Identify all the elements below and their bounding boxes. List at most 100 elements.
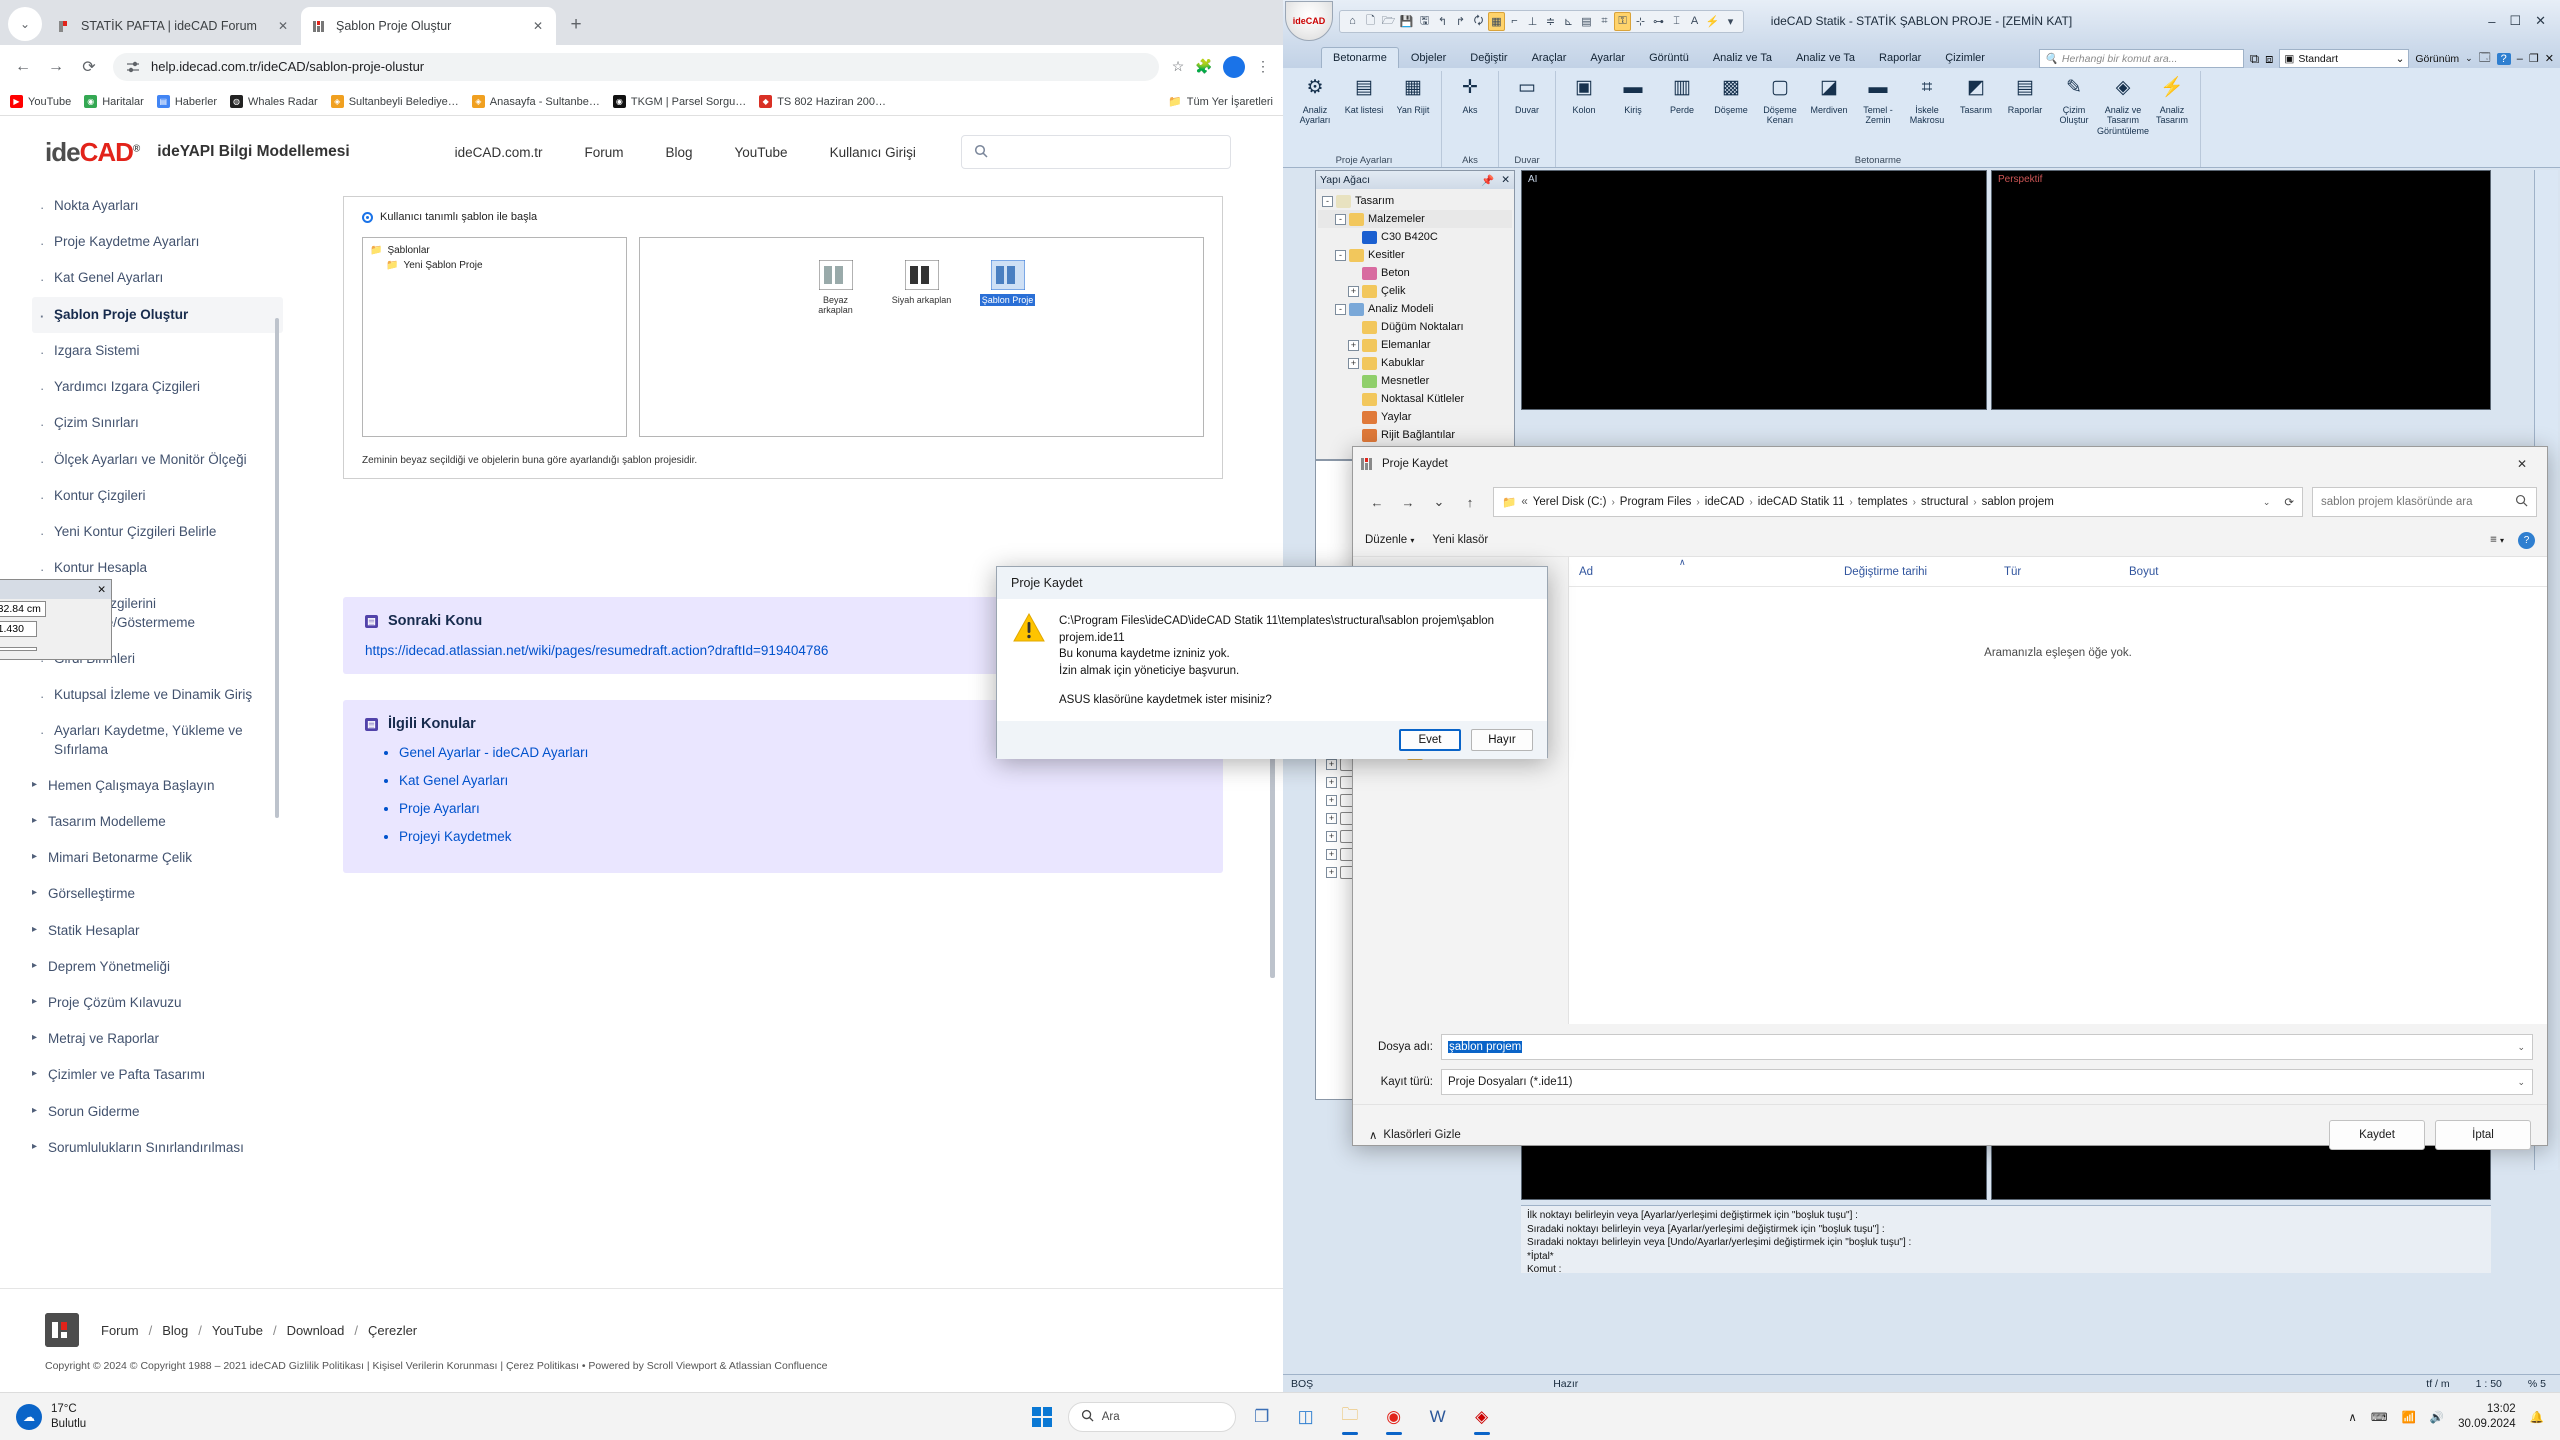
wall-button[interactable]: ▭ Duvar bbox=[1504, 73, 1550, 115]
reload-button[interactable]: ⟳ bbox=[74, 52, 104, 82]
chevron-right-icon[interactable]: ▸ bbox=[32, 850, 37, 864]
sidebar-item-0[interactable]: · Nokta Ayarları bbox=[32, 188, 283, 224]
flash-icon[interactable]: ⚡ bbox=[1704, 12, 1721, 31]
back-button[interactable]: ← bbox=[8, 52, 38, 82]
help-icon[interactable]: ? bbox=[2518, 531, 2535, 549]
bookmark-star-icon[interactable]: ☆ bbox=[1165, 54, 1191, 80]
recent-locations-button[interactable]: ⌄ bbox=[1425, 488, 1453, 516]
chevron-right-icon[interactable]: ▸ bbox=[32, 814, 37, 828]
column-header-3[interactable]: Boyut bbox=[2129, 566, 2249, 578]
sidebar-section-7[interactable]: ▸ Metraj ve Raporlar bbox=[32, 1021, 283, 1057]
tree-expander[interactable]: + bbox=[1348, 339, 1359, 351]
cancel-button[interactable]: İptal bbox=[2435, 1119, 2531, 1150]
tree-expander[interactable]: - bbox=[1335, 303, 1346, 315]
template-option-2[interactable]: Şablon Proje bbox=[977, 259, 1039, 306]
beam-button[interactable]: ▬ Kiriş bbox=[1610, 73, 1656, 115]
tree-expander[interactable]: + bbox=[1348, 285, 1359, 297]
chevron-down-icon[interactable]: ⌄ bbox=[2517, 1077, 2525, 1088]
chevron-right-icon[interactable]: ▸ bbox=[32, 886, 37, 900]
breadcrumb[interactable]: 📁 « Yerel Disk (C:) › Program Files › ideCAD… bbox=[1493, 487, 2303, 517]
chevron-down-icon[interactable]: ⌄ bbox=[2396, 53, 2405, 65]
sidebar-section-8[interactable]: ▸ Çizimler ve Pafta Tasarımı bbox=[32, 1057, 283, 1093]
sidebar-section-2[interactable]: ▸ Mimari Betonarme Çelik bbox=[32, 840, 283, 876]
sidebar-section-0[interactable]: ▸ Hemen Çalışmaya Başlayın bbox=[32, 768, 283, 804]
axis-button[interactable]: ✛ Aks bbox=[1447, 73, 1493, 115]
filename-input[interactable]: şablon projem ⌄ bbox=[1441, 1034, 2533, 1060]
slab-edge-button[interactable]: ▢ Döşeme Kenarı bbox=[1757, 73, 1803, 126]
save-icon[interactable]: 💾 bbox=[1398, 12, 1415, 31]
sidebar-section-3[interactable]: ▸ Görselleştirme bbox=[32, 876, 283, 912]
tree-expander[interactable]: + bbox=[1326, 830, 1337, 842]
sidebar-section-9[interactable]: ▸ Sorun Giderme bbox=[32, 1094, 283, 1130]
mid-snap-icon[interactable]: ≑ bbox=[1542, 12, 1559, 31]
tree-node-11[interactable]: Noktasal Kütleler bbox=[1318, 390, 1512, 408]
ribbon-close-icon[interactable]: ✕ bbox=[2545, 52, 2554, 65]
floor-list-button[interactable]: ▤ Kat listesi bbox=[1341, 73, 1387, 115]
tree-node-10[interactable]: Mesnetler bbox=[1318, 372, 1512, 390]
ortho-icon[interactable]: ⌐ bbox=[1506, 12, 1523, 31]
template-option-0[interactable]: Beyaz arkaplan bbox=[805, 259, 867, 315]
save-as-icon[interactable]: 🖫 bbox=[1416, 12, 1433, 31]
sidebar-item-7[interactable]: · Ölçek Ayarları ve Monitör Ölçeği bbox=[32, 442, 283, 478]
site-settings-icon[interactable] bbox=[125, 59, 141, 75]
design-button[interactable]: ◩ Tasarım bbox=[1953, 73, 1999, 115]
new-file-icon[interactable]: 🗋 bbox=[1362, 12, 1379, 31]
related-topic-3[interactable]: Projeyi Kaydetmek bbox=[399, 829, 1201, 844]
forward-button[interactable]: → bbox=[1394, 488, 1422, 516]
chevron-right-icon[interactable]: ▸ bbox=[32, 1067, 37, 1081]
keyboard-icon[interactable]: ⌨ bbox=[2371, 1410, 2388, 1424]
folder-search-input[interactable]: sablon projem klasöründe ara bbox=[2312, 487, 2537, 517]
profile-avatar[interactable] bbox=[1223, 55, 1245, 78]
up-button[interactable]: ↑ bbox=[1456, 488, 1484, 516]
tree-expander[interactable]: - bbox=[1335, 249, 1346, 261]
site-nav-item-3[interactable]: YouTube bbox=[735, 145, 788, 160]
ribbon-restore-icon[interactable]: ❐ bbox=[2529, 52, 2539, 65]
yes-button[interactable]: Evet bbox=[1399, 729, 1461, 751]
bookmark-item[interactable]: ◉ Haritalar bbox=[84, 95, 144, 108]
new-folder-button[interactable]: Yeni klasör bbox=[1432, 534, 1488, 546]
tree-node-7[interactable]: Düğüm Noktaları bbox=[1318, 318, 1512, 336]
tab-search-button[interactable]: ⌄ bbox=[8, 7, 42, 41]
pin-icon[interactable]: 📌 bbox=[1481, 174, 1494, 187]
help-icon[interactable]: ? bbox=[2496, 52, 2511, 65]
maximize-button[interactable]: ☐ bbox=[2509, 13, 2521, 29]
file-list-pane[interactable]: Ad ∧ Değiştirme tarihi Tür Boyut Aramanızla … bbox=[1568, 557, 2547, 1024]
breadcrumb-dropdown-icon[interactable]: ⌄ bbox=[2263, 497, 2271, 508]
chevron-right-icon[interactable]: ▸ bbox=[32, 778, 37, 792]
layer-icon[interactable]: ⧉ bbox=[2250, 51, 2259, 67]
tree-node-13[interactable]: Rijit Bağlantılar bbox=[1318, 426, 1512, 444]
view-options-button[interactable]: ≡ ▾ bbox=[2490, 534, 2504, 546]
search-icon[interactable] bbox=[2515, 494, 2528, 510]
chevron-right-icon[interactable]: ▸ bbox=[32, 923, 37, 937]
column-header-0[interactable]: Ad ∧ bbox=[1579, 557, 1844, 578]
bookmark-item[interactable]: ◍ Whales Radar bbox=[230, 95, 318, 108]
bell-icon[interactable]: 🔔 bbox=[2530, 1410, 2544, 1424]
tray-expand-icon[interactable]: ∧ bbox=[2348, 1410, 2356, 1424]
browser-menu-icon[interactable]: ⋮ bbox=[1251, 54, 1275, 80]
text-icon[interactable]: A bbox=[1686, 12, 1703, 31]
grid-icon[interactable]: ▤ bbox=[1578, 12, 1595, 31]
view-label[interactable]: Görünüm bbox=[2415, 53, 2459, 65]
back-button[interactable]: ← bbox=[1363, 488, 1391, 516]
bookmark-item[interactable]: ◉ TKGM | Parsel Sorgu… bbox=[612, 95, 746, 108]
close-button[interactable]: ✕ bbox=[2535, 13, 2546, 29]
sidebar-scrollbar[interactable] bbox=[275, 318, 279, 818]
customize-icon[interactable]: 🗔 bbox=[2479, 49, 2491, 68]
stair-button[interactable]: ◪ Merdiven bbox=[1806, 73, 1852, 115]
undo-icon[interactable]: ↰ bbox=[1434, 12, 1451, 31]
task-view-icon[interactable]: ❐ bbox=[1243, 1398, 1281, 1436]
template-option-1[interactable]: Siyah arkaplan bbox=[891, 259, 953, 305]
organize-button[interactable]: Düzenle ▾ bbox=[1365, 534, 1414, 546]
standard-style-select[interactable]: ▣ Standart ⌄ bbox=[2279, 49, 2410, 68]
sidebar-item-13[interactable]: · Kutupsal İzleme ve Dinamik Giriş bbox=[32, 677, 283, 713]
save-button[interactable]: Kaydet bbox=[2329, 1119, 2425, 1150]
template-folder-tree[interactable]: 📁 Şablonlar 📁 Yeni Şablon Proje bbox=[362, 237, 627, 437]
sidebar-section-6[interactable]: ▸ Proje Çözüm Kılavuzu bbox=[32, 985, 283, 1021]
layer-manager-icon[interactable]: ⧈ bbox=[2265, 51, 2273, 67]
site-nav-item-2[interactable]: Blog bbox=[665, 145, 692, 160]
idecad-orb-button[interactable]: ideCAD bbox=[1285, 1, 1333, 41]
all-bookmarks-button[interactable]: 📁 Tüm Yer İşaretleri bbox=[1168, 95, 1273, 109]
bookmark-item[interactable]: ▶ YouTube bbox=[10, 95, 71, 108]
related-topic-1[interactable]: Kat Genel Ayarları bbox=[399, 773, 1201, 788]
tree-expander[interactable] bbox=[1348, 268, 1359, 279]
